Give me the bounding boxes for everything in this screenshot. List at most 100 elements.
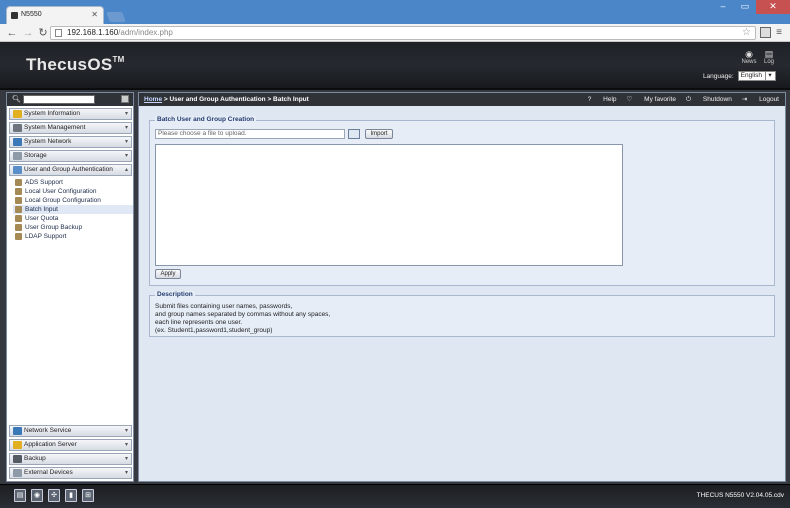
- breadcrumb-path: > User and Group Authentication > Batch …: [162, 96, 309, 103]
- batch-content-textarea[interactable]: [155, 144, 623, 266]
- menu-group-system-management[interactable]: System Management ▾: [9, 122, 132, 134]
- sidebar-bottom-groups: Network Service ▾ Application Server ▾ B…: [7, 423, 133, 479]
- bookmark-star-icon[interactable]: ☆: [742, 27, 751, 39]
- tab-favicon-icon: [11, 12, 18, 19]
- chevron-down-icon: ▾: [124, 125, 128, 131]
- quota-icon: [15, 215, 22, 222]
- submenu-user-group: ADS Support Local User Configuration Loc…: [13, 178, 133, 241]
- language-label: Language:: [702, 72, 734, 80]
- language-selector: Language: English ▾: [703, 71, 776, 81]
- menu-group-backup[interactable]: Backup ▾: [9, 453, 132, 465]
- user-icon: [15, 188, 22, 195]
- news-link[interactable]: ◉ News: [740, 49, 758, 66]
- sub-item-ads-support[interactable]: ADS Support: [13, 178, 133, 187]
- chevron-down-icon: ▾: [124, 442, 128, 448]
- extension-icon[interactable]: [760, 27, 771, 38]
- sub-item-local-user-configuration[interactable]: Local User Configuration: [13, 187, 133, 196]
- users-icon: [13, 166, 22, 174]
- sub-item-user-group-backup[interactable]: User Group Backup: [13, 223, 133, 232]
- chevron-down-icon: ▾: [124, 139, 128, 145]
- batch-creation-legend: Batch User and Group Creation: [155, 116, 257, 123]
- fan-icon[interactable]: ✣: [48, 489, 60, 502]
- network-tree-icon[interactable]: ⊞: [82, 489, 94, 502]
- storage-icon: [13, 152, 22, 160]
- tools-icon: [13, 124, 22, 132]
- menu-group-system-network[interactable]: System Network ▾: [9, 136, 132, 148]
- search-input[interactable]: [23, 95, 95, 104]
- backup-icon: [13, 455, 22, 463]
- apply-button[interactable]: Apply: [155, 269, 181, 279]
- sub-item-user-quota[interactable]: User Quota: [13, 214, 133, 223]
- logout-link[interactable]: ⇥ Logout: [742, 93, 779, 106]
- external-devices-icon: [13, 469, 22, 477]
- news-label: News: [741, 59, 757, 65]
- sidebar: 🔍︎ System Information ▾ System Managemen…: [6, 92, 134, 482]
- header-actions: ?︎ Help ♡ My favorite ⏻ Shutdown ⇥ Logou…: [578, 93, 779, 106]
- sidebar-search: 🔍︎: [7, 93, 133, 106]
- menu-group-storage[interactable]: Storage ▾: [9, 150, 132, 162]
- help-link[interactable]: ?︎ Help: [588, 93, 617, 106]
- sub-item-ldap-support[interactable]: LDAP Support: [13, 232, 133, 241]
- window-close-icon[interactable]: ✕: [756, 0, 790, 14]
- log-link[interactable]: ▤ Log: [760, 49, 778, 66]
- menu-group-user-and-group-authentication[interactable]: User and Group Authentication ▴: [9, 164, 132, 176]
- menu-group-network-service[interactable]: Network Service ▾: [9, 425, 132, 437]
- file-path-input[interactable]: Please choose a file to upload.: [155, 129, 345, 139]
- address-bar[interactable]: 192.168.1.160/adm/index.php ☆: [50, 26, 756, 40]
- search-clear-button[interactable]: [121, 95, 129, 103]
- my-favorite-link[interactable]: ♡ My favorite: [627, 93, 676, 106]
- new-tab-button[interactable]: [106, 12, 126, 22]
- menu-group-system-information[interactable]: System Information ▾: [9, 108, 132, 120]
- tab-close-icon[interactable]: ✕: [91, 7, 98, 23]
- menu-group-external-devices[interactable]: External Devices ▾: [9, 467, 132, 479]
- backup-user-icon: [15, 224, 22, 231]
- menu-group-application-server[interactable]: Application Server ▾: [9, 439, 132, 451]
- minimize-icon[interactable]: –: [712, 0, 734, 14]
- import-button[interactable]: Import: [365, 129, 393, 139]
- firmware-version: THECUS N5550 V2.04.05.cdv: [696, 492, 784, 499]
- page-icon: [55, 29, 62, 37]
- app-header: ThecusOSTM ◉ News ▤ Log Language: Englis…: [0, 42, 790, 90]
- thermometer-icon[interactable]: ▮: [65, 489, 77, 502]
- network-service-icon: [13, 427, 22, 435]
- language-select[interactable]: English ▾: [737, 71, 776, 81]
- back-icon[interactable]: ←: [6, 26, 18, 40]
- window-controls: – ▭ ✕: [712, 0, 790, 14]
- network-icon: [13, 138, 22, 146]
- chevron-down-icon: ▾: [765, 72, 773, 80]
- sub-item-batch-input[interactable]: Batch Input: [13, 205, 133, 214]
- app-server-icon: [13, 441, 22, 449]
- breadcrumb: Home > User and Group Authentication > B…: [139, 93, 785, 106]
- browser-toolbar: ← → ↻ 192.168.1.160/adm/index.php ☆ ≡: [0, 24, 790, 42]
- thecus-logo: ThecusOSTM: [26, 55, 125, 74]
- sub-item-local-group-configuration[interactable]: Local Group Configuration: [13, 196, 133, 205]
- monitor-icon[interactable]: ▤: [14, 489, 26, 502]
- description-text: Submit files containing user names, pass…: [155, 303, 331, 334]
- group-icon: [15, 197, 22, 204]
- url-path: /adm/index.php: [118, 28, 173, 37]
- chevron-down-icon: ▾: [124, 111, 128, 117]
- chevron-down-icon: ▾: [124, 428, 128, 434]
- search-icon: 🔍︎: [12, 96, 21, 103]
- log-icon: ▤: [764, 49, 774, 59]
- chevron-up-icon: ▴: [124, 167, 128, 173]
- shutdown-link[interactable]: ⏻ Shutdown: [686, 93, 732, 106]
- forward-icon[interactable]: →: [22, 26, 34, 40]
- rss-icon: ◉: [745, 49, 753, 59]
- reload-icon[interactable]: ↻: [37, 26, 49, 40]
- browse-file-button[interactable]: [348, 129, 360, 139]
- content-panel: Home > User and Group Authentication > B…: [138, 92, 786, 482]
- status-bar: ▤ ◉ ✣ ▮ ⊞ THECUS N5550 V2.04.05.cdv: [0, 484, 790, 508]
- chevron-down-icon: ▾: [124, 456, 128, 462]
- breadcrumb-home-link[interactable]: Home: [144, 96, 162, 103]
- browser-tab[interactable]: N5550 ✕: [6, 6, 104, 24]
- url-host: 192.168.1.160: [67, 28, 119, 37]
- ads-icon: [15, 179, 22, 186]
- batch-icon: [15, 206, 22, 213]
- info-icon: [13, 110, 22, 118]
- menu-icon[interactable]: ≡: [773, 26, 785, 40]
- chevron-down-icon: ▾: [124, 153, 128, 159]
- camera-icon[interactable]: ◉: [31, 489, 43, 502]
- quick-dock: ▤ ◉ ✣ ▮ ⊞: [14, 489, 99, 502]
- maximize-icon[interactable]: ▭: [734, 0, 756, 14]
